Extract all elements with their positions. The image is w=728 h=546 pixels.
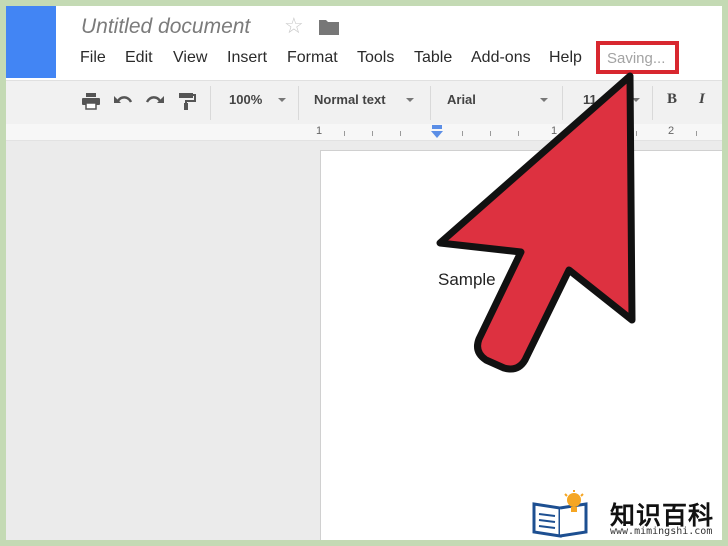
zoom-select[interactable]: 100% — [229, 92, 262, 107]
undo-icon[interactable] — [112, 92, 134, 110]
book-lightbulb-icon — [532, 490, 588, 538]
paint-format-icon[interactable] — [176, 92, 198, 110]
toolbar-separator — [298, 86, 299, 120]
watermark-url: www.mimingshi.com — [610, 526, 713, 537]
font-size-select[interactable]: 11 — [583, 92, 597, 107]
toolbar-separator — [430, 86, 431, 120]
menu-help[interactable]: Help — [549, 49, 582, 67]
menu-insert[interactable]: Insert — [227, 49, 267, 67]
ruler-tick — [372, 131, 373, 136]
redo-icon[interactable] — [144, 92, 166, 110]
ruler-tick — [490, 131, 491, 136]
ruler — [6, 124, 722, 141]
ruler-tick — [400, 131, 401, 136]
menu-view[interactable]: View — [173, 49, 207, 67]
menu-format[interactable]: Format — [287, 49, 338, 67]
font-chevron-down-icon[interactable] — [540, 98, 548, 102]
saving-status: Saving... — [607, 50, 666, 67]
ruler-tick — [462, 131, 463, 136]
folder-icon[interactable] — [318, 18, 340, 36]
toolbar-separator — [210, 86, 211, 120]
star-icon[interactable]: ☆ — [284, 15, 304, 37]
menu-tools[interactable]: Tools — [357, 49, 394, 67]
italic-button[interactable]: I — [699, 91, 705, 108]
style-select[interactable]: Normal text — [314, 92, 386, 107]
indent-marker-icon[interactable] — [430, 125, 444, 139]
document-body-text[interactable]: Sample — [438, 270, 496, 290]
menu-addons[interactable]: Add-ons — [471, 49, 531, 67]
docs-app-icon[interactable] — [6, 6, 56, 78]
document-title[interactable]: Untitled document — [81, 15, 250, 39]
font-select[interactable]: Arial — [447, 92, 476, 107]
print-icon[interactable] — [80, 92, 102, 110]
ruler-tick — [344, 131, 345, 136]
ruler-label: 1 — [551, 125, 558, 137]
zoom-chevron-down-icon[interactable] — [278, 98, 286, 102]
menu-table[interactable]: Table — [414, 49, 452, 67]
ruler-tick — [518, 131, 519, 136]
bold-button[interactable]: B — [667, 91, 677, 108]
menu-edit[interactable]: Edit — [125, 49, 153, 67]
toolbar-separator — [652, 86, 653, 120]
menu-file[interactable]: File — [80, 49, 106, 67]
ruler-label: 2 — [668, 125, 675, 137]
style-chevron-down-icon[interactable] — [406, 98, 414, 102]
toolbar-separator — [562, 86, 563, 120]
ruler-tick — [636, 131, 637, 136]
font-size-chevron-down-icon[interactable] — [632, 98, 640, 102]
window-frame: Untitled document ☆ File Edit View Inser… — [6, 6, 722, 540]
ruler-tick — [696, 131, 697, 136]
ruler-label: 1 — [316, 125, 323, 137]
ruler-tick — [608, 131, 609, 136]
document-page[interactable] — [320, 150, 722, 540]
